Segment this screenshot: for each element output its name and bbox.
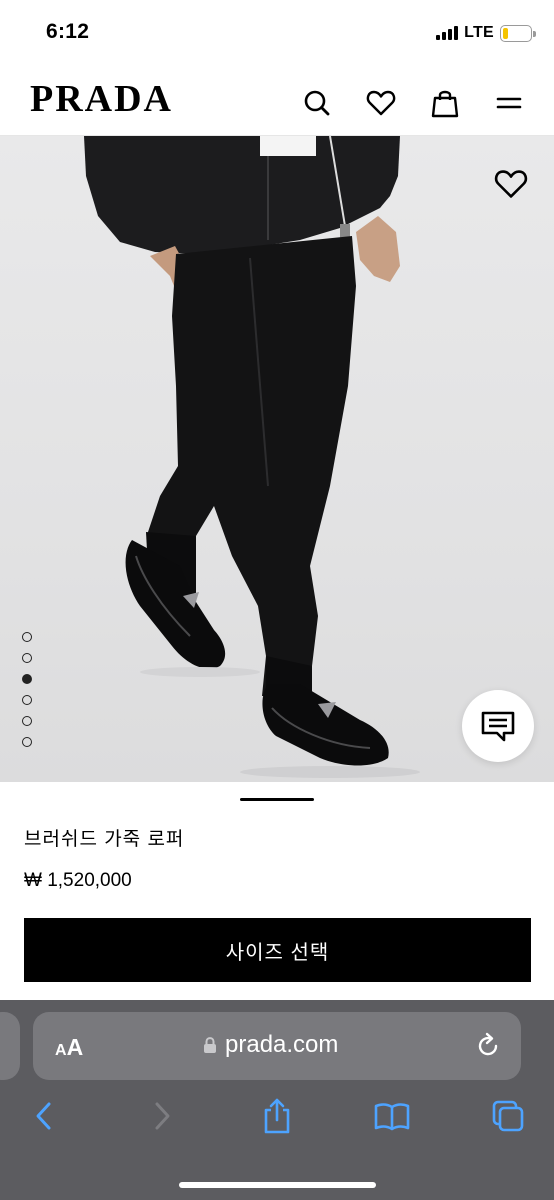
chat-icon: [481, 711, 515, 742]
forward-icon[interactable]: [142, 1096, 182, 1136]
gallery-dot[interactable]: [22, 674, 32, 684]
status-time: 6:12: [46, 20, 90, 43]
product-name: 브러쉬드 가죽 로퍼: [24, 829, 185, 850]
address-bar[interactable]: AA prada.com: [33, 1012, 521, 1080]
product-price: ₩ 1,520,000: [24, 870, 132, 891]
url-text: prada.com: [225, 1031, 339, 1058]
bag-icon[interactable]: [428, 86, 462, 120]
status-indicators: LTE: [436, 24, 536, 42]
tabs-icon[interactable]: [488, 1096, 528, 1136]
product-photo: [84, 136, 420, 778]
home-indicator: [179, 1182, 376, 1188]
gallery-dot[interactable]: [22, 695, 32, 705]
reader-settings-button[interactable]: AA: [55, 1034, 83, 1061]
search-icon[interactable]: [300, 86, 334, 120]
bookmarks-icon[interactable]: [372, 1096, 412, 1136]
back-icon[interactable]: [24, 1096, 64, 1136]
heart-icon[interactable]: [364, 86, 398, 120]
url-display[interactable]: prada.com: [203, 1031, 338, 1059]
carousel-indicator: [240, 798, 314, 801]
header-actions: [300, 86, 526, 120]
page: 6:12 LTE PRADA 브러쉬드 가죽 로퍼 ₩ 1,520,000 사이…: [0, 0, 554, 1200]
share-icon[interactable]: [257, 1096, 297, 1136]
gallery-dot[interactable]: [22, 737, 32, 747]
gallery-dot[interactable]: [22, 632, 32, 642]
network-label: LTE: [464, 24, 494, 41]
browser-nav-toolbar: [0, 1096, 554, 1146]
battery-icon: [500, 24, 536, 42]
battery-level: [503, 27, 508, 39]
browser-toolbar: AA prada.com: [0, 1000, 554, 1200]
select-size-button[interactable]: 사이즈 선택: [24, 918, 531, 982]
gallery-pagination: [22, 632, 32, 747]
gallery-dot[interactable]: [22, 653, 32, 663]
reload-icon[interactable]: [473, 1031, 503, 1061]
status-bar: 6:12 LTE: [0, 0, 554, 66]
menu-icon[interactable]: [492, 86, 526, 120]
signal-icon: [436, 26, 459, 40]
site-header: PRADA: [0, 66, 554, 136]
product-image[interactable]: [0, 136, 554, 782]
chat-button[interactable]: [462, 690, 534, 762]
prada-logo[interactable]: PRADA: [30, 80, 173, 118]
gallery-dot[interactable]: [22, 716, 32, 726]
wishlist-heart-icon[interactable]: [494, 168, 528, 200]
previous-tab-preview[interactable]: [0, 1012, 20, 1080]
lock-icon: [204, 1037, 216, 1053]
